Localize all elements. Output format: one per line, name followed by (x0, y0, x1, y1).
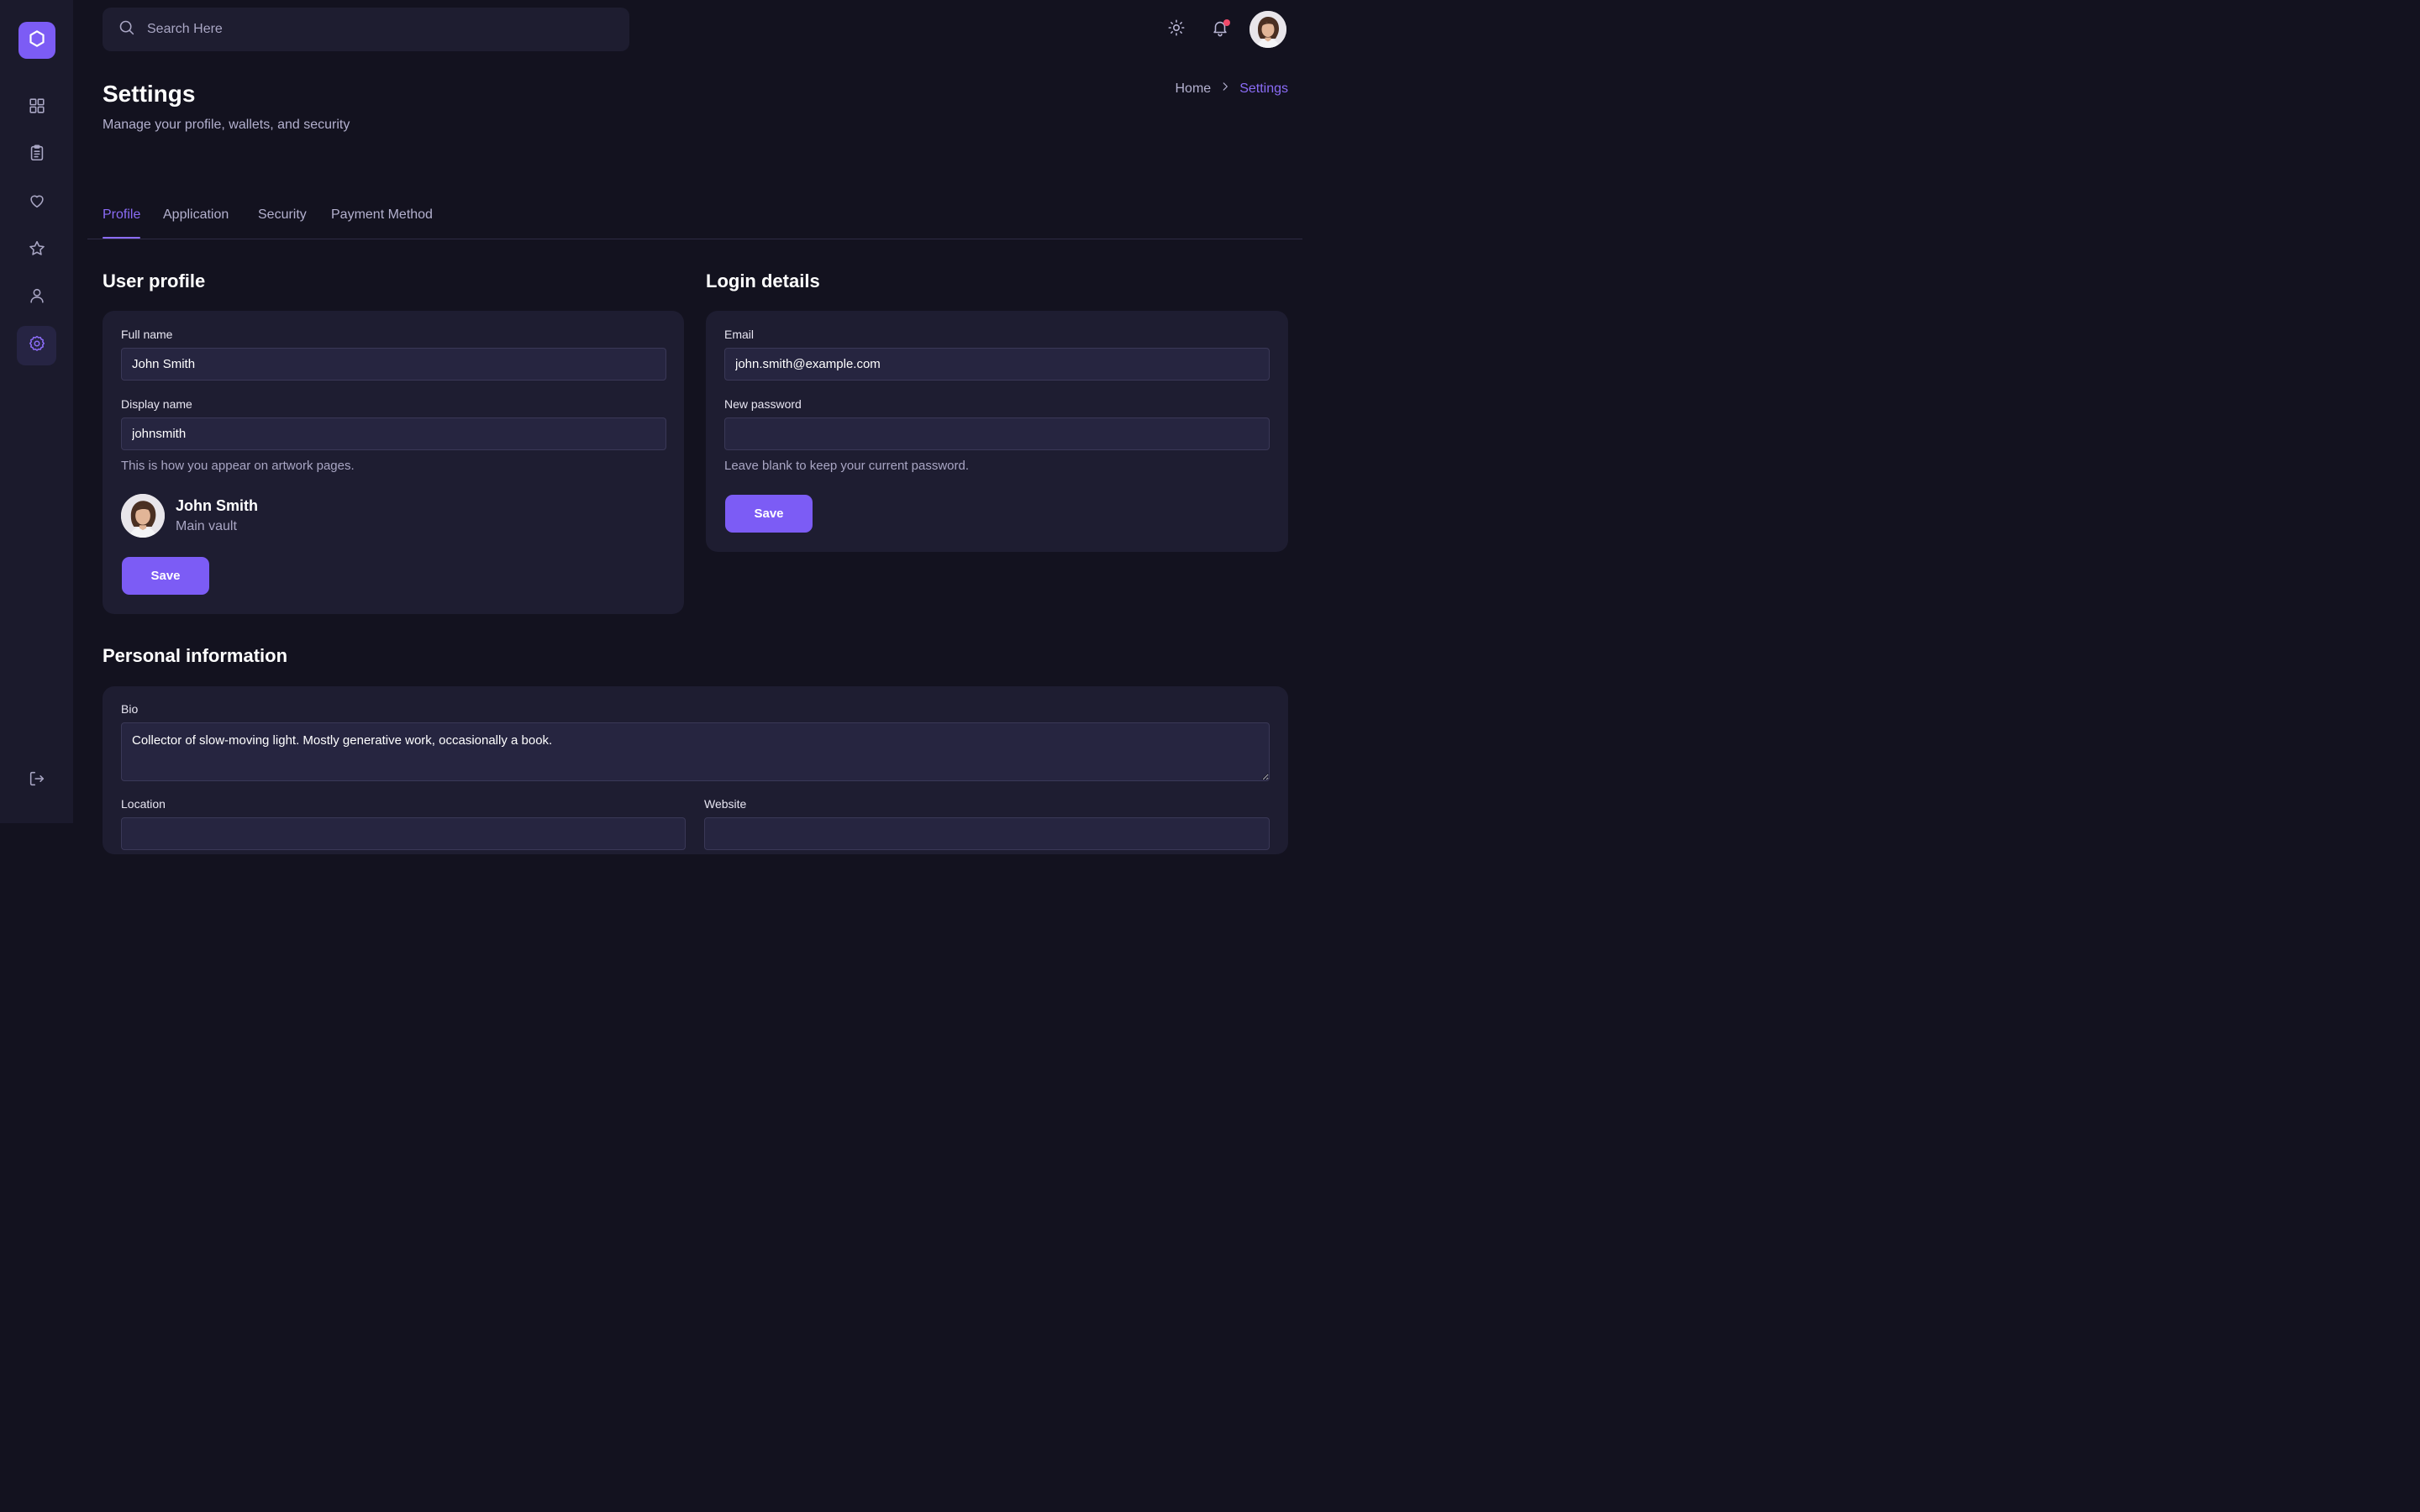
location-label: Location (121, 797, 166, 811)
tab-application[interactable]: Application (163, 207, 229, 239)
tab-payment-method[interactable]: Payment Method (331, 207, 433, 239)
location-input[interactable] (121, 817, 686, 850)
bio-textarea[interactable]: Collector of slow-moving light. Mostly g… (121, 722, 1270, 781)
bio-label: Bio (121, 702, 139, 716)
save-login-button[interactable]: Save (725, 495, 813, 533)
sidebar-item-dashboard[interactable] (17, 88, 56, 128)
search-input[interactable] (147, 22, 601, 37)
website-label: Website (704, 797, 747, 811)
search-icon (118, 18, 135, 40)
dashboard-grid-icon (28, 97, 46, 119)
hexagon-logo-icon (28, 29, 46, 52)
user-profile-title: User profile (103, 270, 206, 291)
personal-information-title: Personal information (103, 645, 288, 666)
profile-preview-name: John Smith (176, 497, 258, 514)
search-bar (103, 8, 629, 51)
display-name-label: Display name (121, 397, 192, 411)
sidebar-item-tasks[interactable] (17, 135, 56, 175)
save-profile-button[interactable]: Save (122, 557, 209, 595)
notification-dot (1223, 19, 1230, 26)
new-password-input[interactable] (724, 417, 1270, 450)
logout-icon (28, 769, 46, 792)
sun-icon (1167, 18, 1186, 41)
breadcrumb: Home Settings (1176, 81, 1289, 97)
display-name-input[interactable] (121, 417, 666, 450)
sidebar (0, 0, 73, 823)
profile-preview-vault: Main vault (176, 519, 237, 533)
website-input[interactable] (704, 817, 1270, 850)
chevron-right-icon (1219, 81, 1231, 97)
app-logo[interactable] (18, 22, 55, 59)
profile-avatar (121, 494, 165, 538)
display-name-hint: This is how you appear on artwork pages. (121, 459, 355, 473)
logout-button[interactable] (17, 761, 56, 801)
email-label: Email (724, 328, 755, 341)
gear-icon (28, 334, 46, 357)
star-icon (28, 239, 46, 262)
heart-icon (28, 192, 46, 214)
tab-security[interactable]: Security (258, 207, 307, 239)
email-input[interactable] (724, 348, 1270, 381)
sidebar-item-favorites[interactable] (17, 183, 56, 223)
new-password-label: New password (724, 397, 802, 411)
notifications-button[interactable] (1209, 18, 1231, 40)
page-subtitle: Manage your profile, wallets, and securi… (103, 118, 350, 132)
theme-toggle-button[interactable] (1165, 18, 1187, 40)
tab-profile[interactable]: Profile (103, 207, 141, 239)
login-details-title: Login details (706, 270, 820, 291)
page-title: Settings (103, 81, 196, 107)
breadcrumb-home-link[interactable]: Home (1176, 81, 1212, 97)
sidebar-item-profile[interactable] (17, 278, 56, 318)
sidebar-item-starred[interactable] (17, 231, 56, 270)
user-avatar[interactable] (1249, 11, 1286, 48)
user-icon (28, 286, 46, 309)
password-hint: Leave blank to keep your current passwor… (724, 459, 969, 473)
full-name-input[interactable] (121, 348, 666, 381)
settings-tabs: Profile Application Security Payment Met… (87, 202, 1302, 239)
clipboard-icon (28, 144, 46, 166)
sidebar-item-settings[interactable] (17, 326, 56, 365)
breadcrumb-current: Settings (1239, 81, 1288, 96)
full-name-label: Full name (121, 328, 173, 341)
